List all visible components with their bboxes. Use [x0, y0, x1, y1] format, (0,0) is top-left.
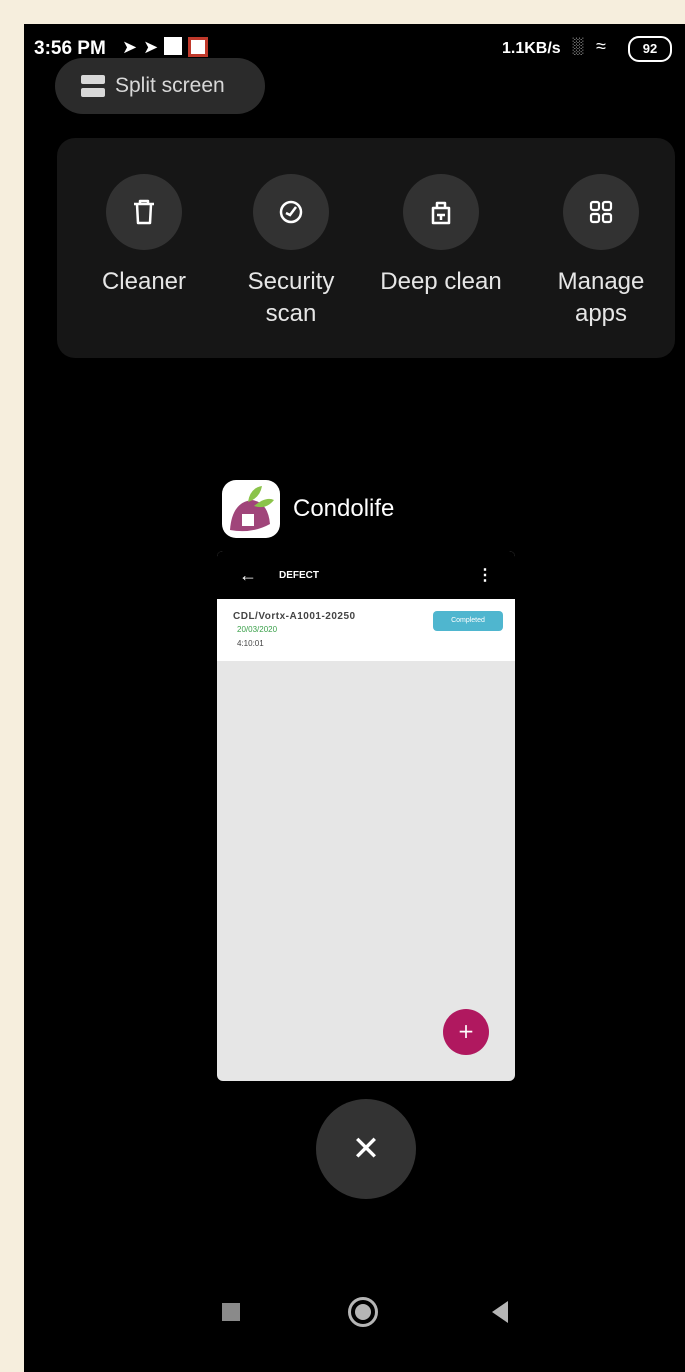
battery-indicator: 92	[628, 36, 672, 62]
manage-apps-label: Manage apps	[557, 268, 645, 327]
notification-icons: ➤ ➤	[122, 37, 209, 58]
list-item: CDL/Vortx-A1001-20250 20/03/2020 4:10:01…	[217, 599, 515, 661]
defect-time: 4:10:01	[237, 639, 264, 648]
wifi-icon: ≈	[596, 36, 606, 56]
app-notification-icon	[188, 37, 209, 57]
deep-clean-icon	[403, 174, 479, 250]
cleaner-label: Cleaner	[101, 268, 187, 295]
cleaner-button[interactable]: Cleaner	[74, 174, 214, 298]
notification-icon	[164, 37, 183, 55]
split-screen-icon	[81, 75, 105, 97]
status-time: 3:56 PM	[34, 38, 106, 59]
manage-apps-button[interactable]: Manage apps	[531, 174, 671, 330]
app-preview-card[interactable]: ← DEFECT ⋮ CDL/Vortx-A1001-20250 20/03/2…	[217, 551, 515, 1081]
split-screen-button[interactable]: Split screen	[55, 58, 265, 114]
back-nav-icon[interactable]	[492, 1301, 508, 1323]
deep-clean-button[interactable]: Deep clean	[371, 174, 511, 298]
recents-screen: 3:56 PM ➤ ➤ 1.1KB/s ░ ≈ 92 Split screen …	[24, 24, 685, 1372]
close-all-button[interactable]: ✕	[316, 1099, 416, 1199]
condolife-app-icon	[222, 480, 280, 538]
security-scan-button[interactable]: Security scan	[221, 174, 361, 330]
preview-title: DEFECT	[279, 569, 319, 581]
shield-check-icon	[253, 174, 329, 250]
home-nav-icon[interactable]	[348, 1297, 378, 1327]
send-icon: ➤	[143, 37, 159, 57]
apps-grid-icon	[563, 174, 639, 250]
app-name: Condolife	[293, 495, 395, 522]
preview-toolbar: ← DEFECT ⋮	[217, 551, 515, 599]
defect-reference: CDL/Vortx-A1001-20250	[233, 611, 356, 622]
recent-app-header[interactable]: Condolife	[222, 480, 394, 538]
status-badge: Completed	[433, 611, 503, 631]
trash-icon	[106, 174, 182, 250]
close-icon: ✕	[351, 1129, 381, 1169]
signal-icon: ░	[572, 38, 584, 55]
send-icon: ➤	[122, 37, 138, 57]
security-scan-label: Security scan	[247, 268, 335, 327]
quick-tools-panel: Cleaner Security scan Deep clean Manage …	[57, 138, 675, 358]
recents-nav-icon[interactable]	[222, 1303, 240, 1321]
network-speed: 1.1KB/s	[502, 40, 561, 57]
add-fab-icon: +	[443, 1009, 489, 1055]
arrow-back-icon: ←	[239, 564, 257, 585]
more-vert-icon: ⋮	[477, 567, 493, 584]
split-screen-label: Split screen	[115, 74, 225, 97]
deep-clean-label: Deep clean	[380, 268, 502, 295]
defect-date: 20/03/2020	[237, 625, 278, 634]
